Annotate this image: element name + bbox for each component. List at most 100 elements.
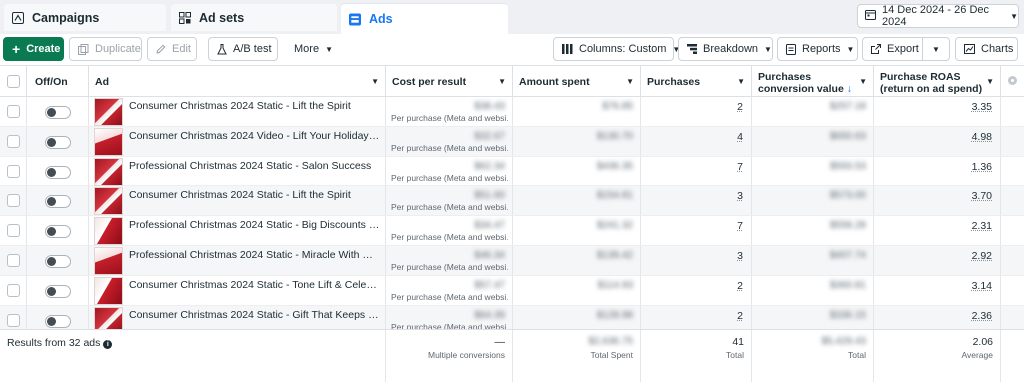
column-settings[interactable]: [1001, 66, 1024, 97]
ad-name-link[interactable]: Consumer Christmas 2024 Static - Gift Th…: [129, 309, 381, 321]
ad-on-off-toggle[interactable]: [45, 314, 71, 328]
ad-on-off-toggle[interactable]: [45, 165, 71, 179]
gear-icon[interactable]: [1008, 76, 1017, 85]
results-count-label: Results from 32 ads: [7, 337, 101, 349]
row-checkbox[interactable]: [7, 105, 20, 118]
roas-value[interactable]: 3.70: [972, 190, 992, 202]
cost-per-result-cell: $57.47 Per purchase (Meta and websi…: [386, 275, 513, 305]
ad-on-off-toggle[interactable]: [45, 254, 71, 268]
ad-name-link[interactable]: Professional Christmas 2024 Static - Sal…: [129, 160, 381, 172]
purchases-value[interactable]: 2: [737, 101, 743, 113]
purchases-value[interactable]: 2: [737, 280, 743, 292]
ad-on-off-toggle[interactable]: [45, 195, 71, 209]
more-button[interactable]: More ▼: [285, 37, 335, 61]
roas-cell: 2.92: [874, 245, 1001, 275]
duplicate-button[interactable]: Duplicate: [69, 37, 142, 61]
ad-on-off-toggle[interactable]: [45, 284, 71, 298]
table-header: Off/On Ad ▼ Cost per result ▼ Amount spe…: [0, 65, 1024, 97]
chevron-down-icon[interactable]: ▼: [737, 76, 745, 88]
roas-cell: 1.36: [874, 156, 1001, 186]
chevron-down-icon[interactable]: ▼: [498, 76, 506, 88]
ad-thumbnail[interactable]: [94, 127, 123, 156]
column-header-purchase-roas[interactable]: Purchase ROAS (return on ad spend) ▼: [874, 66, 1001, 97]
ad-on-off-toggle[interactable]: [45, 106, 71, 119]
info-icon[interactable]: i: [103, 340, 113, 349]
column-header-purchases-conversion-value[interactable]: Purchases conversion value ↓ ▼: [752, 66, 874, 97]
create-button[interactable]: + Create: [3, 37, 64, 61]
chevron-down-icon[interactable]: ▼: [859, 76, 867, 88]
reports-button[interactable]: Reports ▼: [777, 37, 858, 61]
ad-thumbnail[interactable]: [94, 246, 123, 275]
ad-name-link[interactable]: Consumer Christmas 2024 Video - Lift You…: [129, 130, 381, 142]
roas-value[interactable]: 3.35: [972, 101, 992, 113]
column-header-ad[interactable]: Ad ▼: [89, 66, 386, 97]
roas-value[interactable]: 4.98: [972, 131, 992, 143]
flask-icon: [217, 43, 227, 55]
tab-campaigns[interactable]: Campaigns: [4, 4, 166, 31]
ad-on-off-toggle[interactable]: [45, 135, 71, 149]
roas-value[interactable]: 2.36: [972, 310, 992, 322]
row-checkbox[interactable]: [7, 194, 20, 208]
edit-button[interactable]: Edit: [147, 37, 197, 61]
folder-icon: [12, 11, 24, 24]
ad-name-link[interactable]: Consumer Christmas 2024 Static - Tone Li…: [129, 279, 381, 291]
chevron-down-icon[interactable]: ▼: [371, 76, 379, 88]
column-header-amount-spent[interactable]: Amount spent ▼: [513, 66, 641, 97]
ad-thumbnail[interactable]: [94, 276, 123, 305]
roas-value[interactable]: 2.92: [972, 250, 992, 262]
column-header-cost-per-result[interactable]: Cost per result ▼: [386, 66, 513, 97]
ad-thumbnail[interactable]: [94, 217, 123, 246]
duplicate-button-label: Duplicate: [95, 43, 141, 55]
chevron-down-icon[interactable]: ▼: [626, 76, 634, 88]
purchases-value[interactable]: 3: [737, 250, 743, 262]
purchases-value[interactable]: 2: [737, 310, 743, 322]
row-select-cell: [0, 186, 27, 216]
table-row[interactable]: Professional Christmas 2024 Static - Mir…: [0, 245, 1024, 276]
row-checkbox[interactable]: [7, 164, 20, 178]
table-row[interactable]: Consumer Christmas 2024 Static - Tone Li…: [0, 275, 1024, 306]
columns-icon: [562, 44, 573, 54]
table-row[interactable]: Consumer Christmas 2024 Static - Lift th…: [0, 97, 1024, 127]
ad-thumbnail[interactable]: [94, 157, 123, 186]
row-checkbox[interactable]: [7, 283, 20, 297]
charts-button[interactable]: Charts: [955, 37, 1018, 61]
row-checkbox[interactable]: [7, 134, 20, 148]
purchases-value[interactable]: 4: [737, 131, 743, 143]
table-row[interactable]: Consumer Christmas 2024 Video - Lift You…: [0, 126, 1024, 157]
column-header-off-on[interactable]: Off/On: [27, 66, 89, 97]
purchases-value[interactable]: 7: [737, 161, 743, 173]
export-options-button[interactable]: ▼: [922, 37, 950, 61]
date-range-label: 14 Dec 2024 - 26 Dec 2024: [882, 4, 990, 28]
row-checkbox[interactable]: [7, 313, 20, 327]
purchases-value[interactable]: 3: [737, 190, 743, 202]
ab-test-button[interactable]: A/B test: [208, 37, 278, 61]
ad-name-link[interactable]: Professional Christmas 2024 Static - Mir…: [129, 249, 381, 261]
ad-name-link[interactable]: Consumer Christmas 2024 Static - Lift th…: [129, 100, 381, 112]
row-end-cell: [1001, 97, 1024, 126]
ad-name-link[interactable]: Professional Christmas 2024 Static - Big…: [129, 219, 381, 231]
row-checkbox[interactable]: [7, 224, 20, 238]
roas-value[interactable]: 3.14: [972, 280, 992, 292]
ad-name-link[interactable]: Consumer Christmas 2024 Static - Lift th…: [129, 189, 381, 201]
columns-button[interactable]: Columns: Custom ▼: [553, 37, 680, 61]
tab-ads[interactable]: Ads: [341, 3, 508, 34]
export-button[interactable]: Export: [862, 37, 923, 61]
ad-thumbnail[interactable]: [94, 187, 123, 216]
roas-value[interactable]: 1.36: [972, 161, 992, 173]
select-all-checkbox[interactable]: [7, 75, 20, 88]
chevron-down-icon: ▼: [325, 44, 333, 54]
ad-thumbnail[interactable]: [94, 98, 123, 126]
date-range-picker[interactable]: 14 Dec 2024 - 26 Dec 2024 ▼: [857, 4, 1019, 28]
ad-on-off-toggle[interactable]: [45, 225, 71, 239]
roas-value[interactable]: 2.31: [972, 220, 992, 232]
cost-per-result-value: $34.47: [474, 220, 505, 232]
breakdown-button[interactable]: Breakdown ▼: [678, 37, 773, 61]
row-checkbox[interactable]: [7, 253, 20, 267]
table-row[interactable]: Professional Christmas 2024 Static - Sal…: [0, 156, 1024, 187]
table-row[interactable]: Consumer Christmas 2024 Static - Lift th…: [0, 186, 1024, 217]
purchases-value[interactable]: 7: [737, 220, 743, 232]
chevron-down-icon[interactable]: ▼: [986, 76, 994, 88]
column-header-purchases[interactable]: Purchases ▼: [641, 66, 752, 97]
tab-ad-sets[interactable]: Ad sets: [171, 4, 337, 31]
table-row[interactable]: Professional Christmas 2024 Static - Big…: [0, 216, 1024, 246]
